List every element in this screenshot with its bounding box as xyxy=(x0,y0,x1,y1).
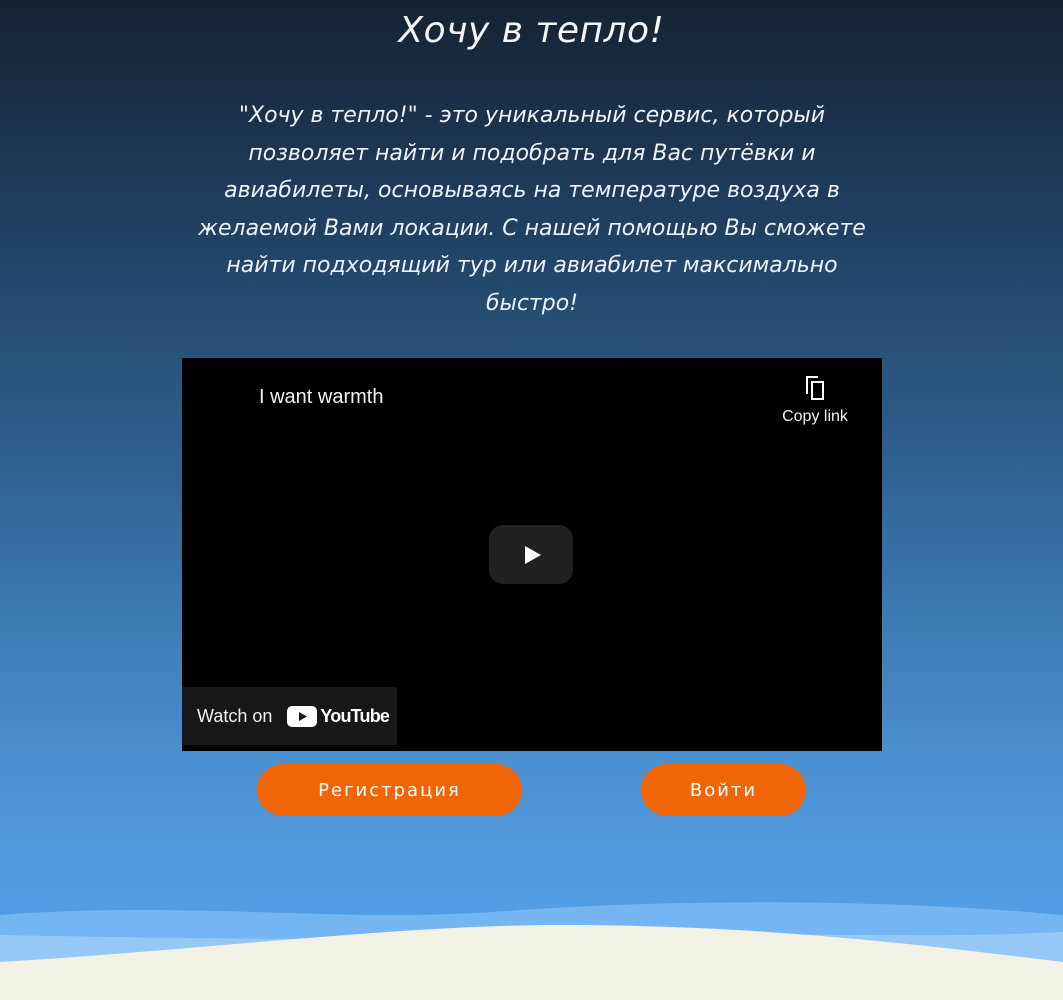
page-title: Хочу в тепло! xyxy=(398,10,665,51)
login-button[interactable]: Войти xyxy=(641,764,806,816)
watch-on-label: Watch on xyxy=(197,705,273,726)
play-icon xyxy=(525,545,541,564)
copy-link-label: Copy link xyxy=(782,408,848,425)
page-description: "Хочу в тепло!" - это уникальный сервис,… xyxy=(198,103,866,316)
copy-link-button[interactable]: Copy link xyxy=(770,372,860,426)
copy-icon xyxy=(806,376,824,400)
video-embed[interactable]: I want warmth Copy link Watch on YouTube xyxy=(182,358,882,751)
play-button[interactable] xyxy=(489,525,573,584)
register-button[interactable]: Регистрация xyxy=(257,764,522,816)
youtube-logo-icon: YouTube xyxy=(287,705,390,727)
watch-on-youtube-button[interactable]: Watch on YouTube xyxy=(182,687,397,745)
youtube-logo-text: YouTube xyxy=(320,705,390,726)
video-title[interactable]: I want warmth xyxy=(259,386,383,409)
footer-waves xyxy=(0,902,1063,1000)
